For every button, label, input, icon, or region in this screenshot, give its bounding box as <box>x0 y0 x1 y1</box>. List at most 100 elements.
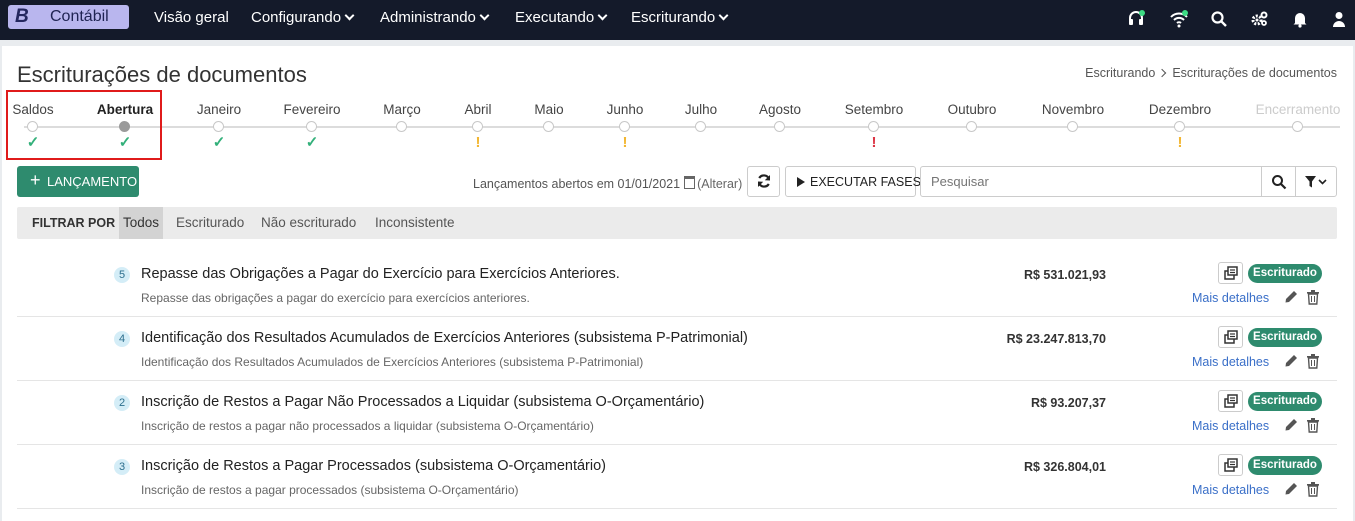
trash-icon[interactable] <box>1306 481 1320 497</box>
document-button[interactable] <box>1218 262 1243 284</box>
breadcrumb-item-current: Escriturações de documentos <box>1172 66 1337 80</box>
execute-phases-button[interactable]: EXECUTAR FASES <box>785 166 921 197</box>
filter-option-todos[interactable]: Todos <box>119 207 164 239</box>
document-button[interactable] <box>1218 390 1243 412</box>
calendar-icon <box>684 176 696 189</box>
entry-title: Identificação dos Resultados Acumulados … <box>141 330 748 346</box>
headset-icon[interactable] <box>1127 10 1145 28</box>
bell-icon[interactable] <box>1291 10 1309 28</box>
brand-name: Contábil <box>50 8 109 25</box>
status-badge: Escriturado <box>1248 392 1322 411</box>
filter-label: FILTRAR POR <box>32 216 116 230</box>
filter-option-nao-escriturado[interactable]: Não escriturado <box>257 207 360 239</box>
timeline-step-dot[interactable] <box>966 121 977 132</box>
refresh-icon <box>757 174 771 188</box>
add-button-label: LANÇAMENTO <box>47 174 138 189</box>
timeline-step-dot[interactable] <box>543 121 554 132</box>
brand-logo[interactable]: B Contábil <box>8 5 129 29</box>
chevron-down-icon <box>597 10 608 21</box>
timeline-step-label[interactable]: Março <box>383 102 421 117</box>
search-button[interactable] <box>1261 166 1296 197</box>
sequence-badge: 4 <box>114 331 130 347</box>
timeline-step-dot[interactable] <box>472 121 483 132</box>
timeline-step-label[interactable]: Fevereiro <box>283 102 340 117</box>
timeline-step-dot[interactable] <box>695 121 706 132</box>
trash-icon[interactable] <box>1306 289 1320 305</box>
timeline-step-dot[interactable] <box>774 121 785 132</box>
breadcrumb-item-escriturando[interactable]: Escriturando <box>1085 66 1155 80</box>
filter-dropdown-button[interactable] <box>1295 166 1337 197</box>
timeline-step-label[interactable]: Encerramento <box>1256 102 1341 117</box>
timeline-step-dot[interactable] <box>619 121 630 132</box>
list-item: 4 Identificação dos Resultados Acumulados… <box>17 316 1337 381</box>
trash-icon[interactable] <box>1306 353 1320 369</box>
timeline-step-label[interactable]: Maio <box>534 102 563 117</box>
refresh-button[interactable] <box>747 166 780 197</box>
breadcrumb: Escriturando Escriturações de documentos <box>1085 66 1337 80</box>
chevron-down-icon <box>479 10 490 21</box>
trash-icon[interactable] <box>1306 417 1320 433</box>
open-entries-text: Lançamentos abertos em 01/01/2021 <box>473 177 681 191</box>
timeline-step-dot[interactable] <box>306 121 317 132</box>
filter-option-inconsistente[interactable]: Inconsistente <box>371 207 459 239</box>
timeline-step-dot[interactable] <box>1292 121 1303 132</box>
nav-administrando[interactable]: Administrando <box>380 9 490 26</box>
timeline-step-label[interactable]: Novembro <box>1042 102 1104 117</box>
search-icon[interactable] <box>1210 10 1228 28</box>
nav-label: Executando <box>515 9 595 26</box>
filter-option-escriturado[interactable]: Escriturado <box>172 207 248 239</box>
alter-date-link[interactable]: (Alterar) <box>697 177 742 191</box>
timeline-step-label[interactable]: Setembro <box>845 102 904 117</box>
edit-icon[interactable] <box>1283 481 1299 497</box>
more-details-link[interactable]: Mais detalhes <box>1192 355 1269 369</box>
nav-label: Administrando <box>380 9 476 26</box>
execute-phases-label: EXECUTAR FASES <box>810 175 921 189</box>
chevron-down-icon <box>718 10 729 21</box>
nav-label: Visão geral <box>154 9 229 26</box>
document-button[interactable] <box>1218 326 1243 348</box>
timeline-step-dot[interactable] <box>868 121 879 132</box>
edit-icon[interactable] <box>1283 353 1299 369</box>
user-icon[interactable] <box>1330 10 1348 28</box>
entry-title: Repasse das Obrigações a Pagar do Exercí… <box>141 266 620 282</box>
timeline-step-label[interactable]: Junho <box>607 102 644 117</box>
nav-escriturando[interactable]: Escriturando <box>631 9 729 26</box>
entry-description: Inscrição de restos a pagar processados … <box>141 483 519 497</box>
nav-visao-geral[interactable]: Visão geral <box>154 9 229 26</box>
entry-description: Identificação dos Resultados Acumulados … <box>141 355 644 369</box>
wifi-icon[interactable] <box>1170 10 1188 28</box>
nav-executando[interactable]: Executando <box>515 9 608 26</box>
more-details-link[interactable]: Mais detalhes <box>1192 483 1269 497</box>
edit-icon[interactable] <box>1283 417 1299 433</box>
more-details-link[interactable]: Mais detalhes <box>1192 291 1269 305</box>
timeline-step-dot[interactable] <box>1174 121 1185 132</box>
search-input[interactable] <box>920 166 1262 197</box>
timeline-step-label[interactable]: Abril <box>464 102 491 117</box>
list-item: 5 Repasse das Obrigações a Pagar do Exerc… <box>17 252 1337 317</box>
timeline-step-label[interactable]: Dezembro <box>1149 102 1211 117</box>
timeline-step-dot[interactable] <box>1067 121 1078 132</box>
timeline-step-dot[interactable] <box>396 121 407 132</box>
brand-letter: B <box>15 6 29 27</box>
top-navbar: B Contábil Visão geral Configurando Admi… <box>0 0 1355 40</box>
document-button[interactable] <box>1218 454 1243 476</box>
check-icon: ✓ <box>212 134 226 151</box>
timeline-step-label[interactable]: Julho <box>685 102 717 117</box>
entry-description: Inscrição de restos a pagar não processa… <box>141 419 594 433</box>
edit-icon[interactable] <box>1283 289 1299 305</box>
timeline-step-label[interactable]: Janeiro <box>197 102 241 117</box>
warning-icon: ! <box>475 134 481 151</box>
add-lancamento-button[interactable]: + LANÇAMENTO <box>17 166 139 197</box>
warning-icon: ! <box>1177 134 1183 151</box>
entry-title: Inscrição de Restos a Pagar Processados … <box>141 458 606 474</box>
timeline-step-dot[interactable] <box>213 121 224 132</box>
nav-configurando[interactable]: Configurando <box>251 9 355 26</box>
settings-icon[interactable] <box>1250 10 1268 28</box>
sequence-badge: 5 <box>114 267 130 283</box>
timeline-step-label[interactable]: Agosto <box>759 102 801 117</box>
more-details-link[interactable]: Mais detalhes <box>1192 419 1269 433</box>
document-icon <box>1224 266 1238 280</box>
highlight-box <box>6 90 162 160</box>
sequence-badge: 2 <box>114 395 130 411</box>
timeline-step-label[interactable]: Outubro <box>948 102 997 117</box>
